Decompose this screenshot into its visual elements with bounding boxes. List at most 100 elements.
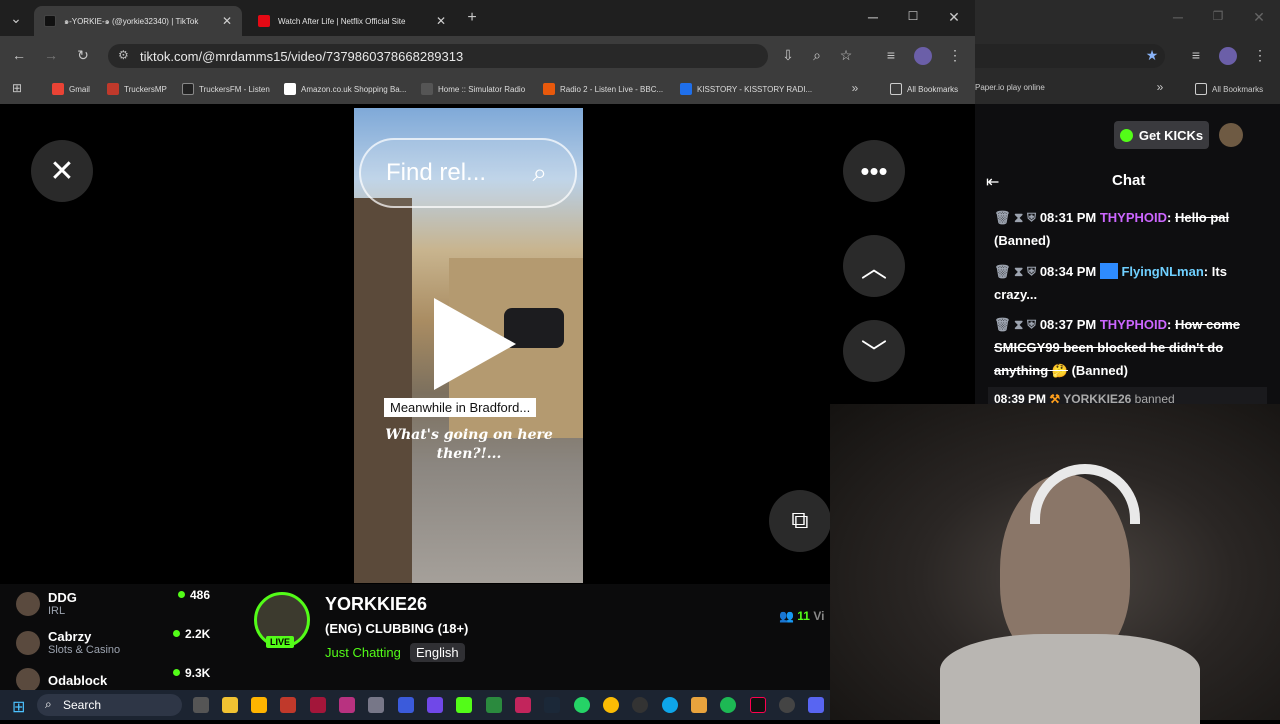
restore-icon[interactable]: ❐ (1208, 9, 1228, 23)
all-bookmarks[interactable]: All Bookmarks (890, 83, 958, 95)
profile-avatar[interactable] (1219, 47, 1237, 65)
search-placeholder: Find rel... (386, 159, 487, 186)
bookmark-simulator-radio[interactable]: Home :: Simulator Radio (421, 83, 525, 95)
menu-icon[interactable]: ⋮ (1250, 47, 1270, 64)
app-icon[interactable] (310, 697, 326, 713)
bookmark-truckersmp[interactable]: TruckersMP (107, 83, 167, 95)
previous-video-button[interactable]: ︿ (843, 235, 905, 297)
chevron-down-icon: ﹀ (860, 337, 887, 368)
edge-icon[interactable] (662, 697, 678, 713)
address-bar[interactable] (975, 44, 1165, 68)
chat-mod-icons[interactable]: 🗑 ⧗ ⛨ (994, 317, 1036, 332)
maximize-icon[interactable]: ☐ (903, 9, 923, 23)
chat-username[interactable]: FlyingNLman (1121, 264, 1203, 279)
chat-mod-icons[interactable]: 🗑 ⧗ ⛨ (994, 210, 1036, 225)
more-options-button[interactable]: ••• (843, 140, 905, 202)
more-bookmarks-icon[interactable]: » (845, 81, 865, 95)
spotify-icon[interactable] (720, 697, 736, 713)
all-bookmarks[interactable]: All Bookmarks (1195, 83, 1263, 95)
chat-mod-icons[interactable]: 🗑 ⧗ ⛨ (994, 264, 1036, 279)
kick-coin-icon (1119, 128, 1133, 142)
user-avatar[interactable] (1219, 123, 1243, 147)
language-tag[interactable]: English (410, 643, 465, 662)
close-tab-icon[interactable]: ✕ (222, 14, 232, 28)
close-tab-icon[interactable]: ✕ (436, 14, 446, 28)
viewer-count: 9.3K (173, 666, 210, 680)
profile-avatar[interactable] (914, 47, 932, 65)
tab-search-icon[interactable]: ⌄ (6, 10, 26, 27)
bookmark-star-icon[interactable]: ★ (1142, 47, 1162, 64)
find-related-search[interactable]: Find rel... ⌕ (359, 138, 577, 208)
app-icon[interactable] (515, 697, 531, 713)
apps-grid-icon[interactable]: ⊞ (7, 81, 27, 95)
bookmark-label: Radio 2 - Listen Live - BBC... (560, 84, 664, 94)
kick-icon[interactable] (456, 697, 472, 713)
twitch-icon[interactable] (427, 697, 443, 713)
media-control-icon[interactable]: ≡ (1186, 47, 1206, 63)
stream-category[interactable]: Just Chatting (325, 645, 401, 660)
taskbar-search[interactable]: ⌕ Search (37, 694, 182, 716)
app-icon[interactable] (691, 697, 707, 713)
streamer-name[interactable]: YORKKIE26 (325, 594, 427, 615)
url-text: tiktok.com/@mrdamms15/video/737986037866… (140, 48, 464, 64)
minimize-icon[interactable]: ─ (1168, 9, 1188, 25)
menu-icon[interactable]: ⋮ (945, 47, 965, 64)
bookmark-paperio[interactable]: Paper.io play online (975, 83, 1045, 92)
install-app-icon[interactable]: ⇩ (778, 47, 798, 64)
app-icon[interactable] (398, 697, 414, 713)
bookmark-star-icon[interactable]: ☆ (836, 47, 856, 64)
followed-channel-ddg[interactable]: DDG IRL (16, 590, 77, 617)
file-explorer-icon[interactable] (222, 697, 238, 713)
kisstory-icon (680, 83, 692, 95)
collapse-chat-icon[interactable]: ⇤ (986, 172, 999, 192)
bookmark-kisstory[interactable]: KISSTORY - KISSTORY RADI... (680, 83, 812, 95)
whatsapp-icon[interactable] (574, 697, 590, 713)
more-bookmarks-icon[interactable]: » (1150, 80, 1170, 94)
bookmark-label: All Bookmarks (907, 84, 959, 94)
app-icon[interactable] (632, 697, 648, 713)
task-view-icon[interactable] (193, 697, 209, 713)
app-icon[interactable] (251, 697, 267, 713)
steam-icon[interactable] (544, 697, 560, 713)
back-icon[interactable]: ← (9, 47, 29, 63)
tab-tiktok[interactable]: ๑-YORKIE-๑ (@yorkie32340) | TikTok ✕ (34, 6, 242, 36)
tiktok-icon[interactable] (750, 697, 766, 713)
app-icon[interactable] (779, 697, 795, 713)
close-video-button[interactable]: ✕ (31, 140, 93, 202)
bookmark-radio2[interactable]: Radio 2 - Listen Live - BBC... (543, 83, 663, 95)
forward-icon[interactable]: → (41, 47, 61, 63)
search-icon: ⌕ (45, 697, 52, 711)
chat-username[interactable]: THYPHOID (1100, 317, 1167, 332)
app-icon[interactable] (368, 697, 384, 713)
close-window-icon[interactable]: ✕ (944, 9, 964, 26)
next-video-button[interactable]: ﹀ (843, 320, 905, 382)
windows-start-icon[interactable]: ⊞ (12, 697, 25, 717)
zoom-icon[interactable]: ⌕ (807, 47, 827, 64)
app-icon[interactable] (339, 697, 355, 713)
new-tab-icon[interactable]: + (462, 9, 482, 27)
app-icon[interactable] (808, 697, 824, 713)
media-control-icon[interactable]: ≡ (881, 47, 901, 63)
reload-icon[interactable]: ↻ (73, 47, 93, 64)
taskbar-search-label: Search (63, 698, 102, 712)
chrome-icon[interactable] (603, 697, 619, 713)
tab-netflix[interactable]: Watch After Life | Netflix Official Site… (248, 6, 456, 36)
followed-channel-odablock[interactable]: Odablock (16, 668, 107, 692)
app-icon[interactable] (486, 697, 502, 713)
close-window-icon[interactable]: ✕ (1249, 9, 1269, 26)
app-icon[interactable] (280, 697, 296, 713)
bookmark-amazon[interactable]: Amazon.co.uk Shopping Ba... (284, 83, 406, 95)
address-bar[interactable]: ⚙ tiktok.com/@mrdamms15/video/7379860378… (108, 44, 768, 68)
minimize-icon[interactable]: ─ (863, 9, 883, 25)
chat-username[interactable]: THYPHOID (1100, 210, 1167, 225)
bookmark-truckersfm[interactable]: TruckersFM - Listen (182, 83, 270, 95)
site-info-icon[interactable]: ⚙ (118, 48, 129, 62)
video-player[interactable]: Find rel... ⌕ Meanwhile in Bradford... W… (354, 108, 583, 583)
play-icon[interactable] (434, 298, 516, 390)
picture-in-picture-button[interactable]: ⧉ (769, 490, 831, 552)
channel-name: Cabrzy (48, 629, 92, 644)
followed-channel-cabrzy[interactable]: Cabrzy Slots & Casino (16, 629, 120, 656)
get-kicks-button[interactable]: Get KICKs (1114, 121, 1209, 149)
chat-status: (Banned) (994, 233, 1051, 248)
bookmark-gmail[interactable]: Gmail (52, 83, 90, 95)
